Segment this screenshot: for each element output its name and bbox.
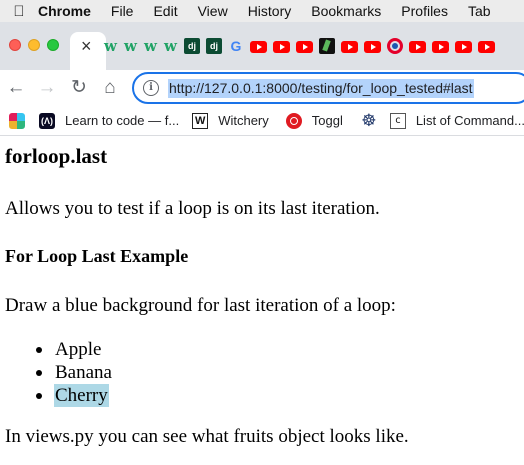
witchery-icon: W [192, 112, 209, 129]
bookmark-toggl[interactable]: Toggl [285, 112, 343, 129]
tab-youtube-icon[interactable] [296, 41, 313, 53]
tab-youtube-icon[interactable] [409, 41, 426, 53]
menu-history[interactable]: History [248, 3, 292, 19]
fruit-label-highlighted: Cherry [54, 384, 109, 407]
menu-profiles[interactable]: Profiles [401, 3, 448, 19]
menu-app-chrome[interactable]: Chrome [38, 3, 91, 19]
tab-witchery-icon[interactable]: w [164, 38, 178, 54]
bookmark-slack[interactable] [9, 112, 35, 129]
tab-youtube-icon[interactable] [432, 41, 449, 53]
tab-youtube-icon[interactable] [364, 41, 381, 53]
reload-icon[interactable]: ↻ [65, 74, 93, 102]
bookmark-label: Toggl [311, 113, 343, 128]
window-minimize-button[interactable] [28, 39, 40, 51]
menu-edit[interactable]: Edit [153, 3, 177, 19]
bookmarks-bar: (Λ) Learn to code — f... W Witchery Togg… [0, 106, 524, 136]
tab-witchery-icon[interactable]: w [144, 38, 158, 54]
tab-youtube-icon[interactable] [250, 41, 267, 53]
tab-youtube-icon[interactable] [478, 41, 495, 53]
freecodecamp-icon: (Λ) [39, 112, 55, 129]
menu-file[interactable]: File [111, 3, 134, 19]
tab-youtube-icon[interactable] [273, 41, 290, 53]
document-icon: c [389, 112, 406, 129]
address-bar[interactable]: i http://127.0.0.1:8000/testing/for_loop… [132, 72, 524, 104]
tab-django-icon[interactable]: dj [184, 38, 200, 54]
fruit-label: Banana [55, 362, 112, 383]
site-info-icon[interactable]: i [143, 80, 159, 96]
bookmark-freecodecamp[interactable]: (Λ) Learn to code — f... [39, 112, 180, 129]
fruit-list: Apple Banana Cherry [34, 338, 113, 407]
footer-paragraph: In views.py you can see what fruits obje… [5, 426, 409, 447]
tab-scientist-icon[interactable] [319, 38, 335, 54]
macos-menu-bar:  Chrome File Edit View History Bookmark… [0, 0, 524, 22]
forward-arrow-icon[interactable]: → [33, 74, 61, 102]
page-title: forloop.last [5, 144, 108, 168]
menu-bookmarks[interactable]: Bookmarks [311, 3, 381, 19]
toggl-icon [285, 112, 302, 129]
menu-tab[interactable]: Tab [468, 3, 491, 19]
fruit-label: Apple [55, 339, 102, 360]
example-description: Draw a blue background for last iteratio… [5, 295, 396, 316]
tab-django-icon[interactable]: dj [206, 38, 222, 54]
example-heading: For Loop Last Example [5, 246, 189, 266]
helm-icon: ☸ [361, 110, 377, 130]
home-icon[interactable]: ⌂ [96, 74, 124, 102]
tab-witchery-icon[interactable]: w [124, 38, 138, 54]
tab-google-icon[interactable]: G [228, 38, 244, 54]
bookmark-witchery[interactable]: W Witchery [192, 112, 269, 129]
tab-close-icon[interactable]: × [81, 36, 92, 57]
tab-favicons: w w w w dj dj G [104, 38, 501, 54]
tab-strip: × w w w w dj dj G [0, 22, 524, 70]
list-item: Apple [34, 338, 113, 361]
tab-youtube-icon[interactable] [341, 41, 358, 53]
browser-toolbar: ← → ↻ ⌂ i http://127.0.0.1:8000/testing/… [0, 70, 524, 106]
bookmark-label: Witchery [218, 113, 269, 128]
tab-ring-icon[interactable] [387, 38, 403, 54]
apple-icon[interactable]:  [0, 3, 38, 20]
window-close-button[interactable] [9, 39, 21, 51]
list-item-last: Cherry [34, 384, 113, 407]
page-content: forloop.last Allows you to test if a loo… [0, 136, 524, 465]
tab-witchery-icon[interactable]: w [104, 38, 118, 54]
url-text[interactable]: http://127.0.0.1:8000/testing/for_loop_t… [168, 79, 474, 98]
menu-view[interactable]: View [198, 3, 228, 19]
back-arrow-icon[interactable]: ← [2, 74, 30, 102]
bookmark-label: List of Command... [415, 113, 524, 128]
bookmark-list-of-commands[interactable]: c List of Command... [389, 112, 524, 129]
bookmark-helm[interactable]: ☸ [360, 110, 387, 130]
tab-youtube-icon[interactable] [455, 41, 472, 53]
list-item: Banana [34, 361, 113, 384]
intro-paragraph: Allows you to test if a loop is on its l… [5, 198, 380, 219]
window-zoom-button[interactable] [47, 39, 59, 51]
slack-icon [9, 112, 25, 129]
bookmark-label: Learn to code — f... [65, 113, 180, 128]
